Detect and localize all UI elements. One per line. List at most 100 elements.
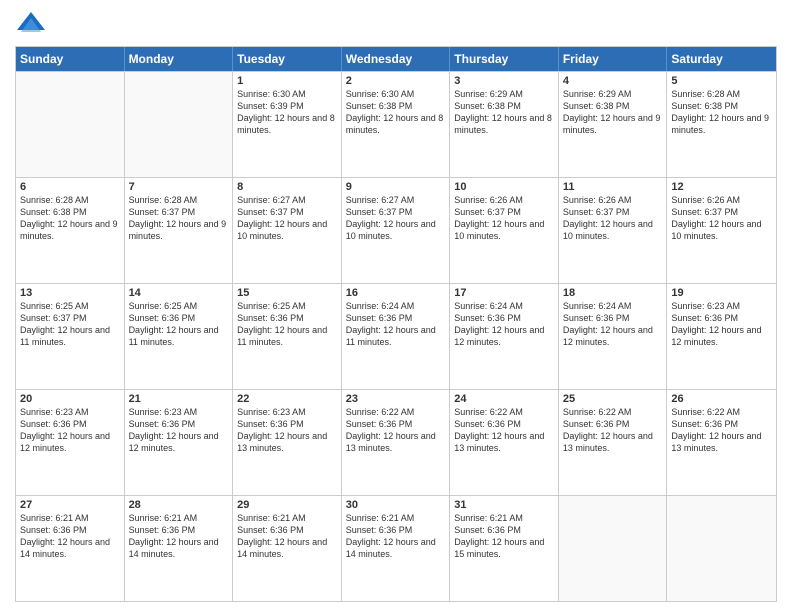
cal-cell: 23Sunrise: 6:22 AMSunset: 6:36 PMDayligh… xyxy=(342,390,451,495)
cell-details: Sunrise: 6:29 AMSunset: 6:38 PMDaylight:… xyxy=(563,88,663,137)
day-number: 23 xyxy=(346,393,446,405)
cal-cell: 25Sunrise: 6:22 AMSunset: 6:36 PMDayligh… xyxy=(559,390,668,495)
cal-cell: 5Sunrise: 6:28 AMSunset: 6:38 PMDaylight… xyxy=(667,72,776,177)
logo-icon xyxy=(15,10,47,38)
cell-details: Sunrise: 6:23 AMSunset: 6:36 PMDaylight:… xyxy=(237,406,337,455)
day-number: 15 xyxy=(237,287,337,299)
day-number: 14 xyxy=(129,287,229,299)
day-number: 21 xyxy=(129,393,229,405)
day-number: 10 xyxy=(454,181,554,193)
cal-cell: 7Sunrise: 6:28 AMSunset: 6:37 PMDaylight… xyxy=(125,178,234,283)
cal-cell xyxy=(667,496,776,601)
day-number: 20 xyxy=(20,393,120,405)
cal-row-4: 27Sunrise: 6:21 AMSunset: 6:36 PMDayligh… xyxy=(16,495,776,601)
cell-details: Sunrise: 6:26 AMSunset: 6:37 PMDaylight:… xyxy=(454,194,554,243)
calendar-header: SundayMondayTuesdayWednesdayThursdayFrid… xyxy=(16,47,776,71)
cal-cell: 26Sunrise: 6:22 AMSunset: 6:36 PMDayligh… xyxy=(667,390,776,495)
cal-cell: 6Sunrise: 6:28 AMSunset: 6:38 PMDaylight… xyxy=(16,178,125,283)
cell-details: Sunrise: 6:21 AMSunset: 6:36 PMDaylight:… xyxy=(129,512,229,561)
cell-details: Sunrise: 6:24 AMSunset: 6:36 PMDaylight:… xyxy=(563,300,663,349)
cal-cell xyxy=(559,496,668,601)
page: SundayMondayTuesdayWednesdayThursdayFrid… xyxy=(0,0,792,612)
cell-details: Sunrise: 6:27 AMSunset: 6:37 PMDaylight:… xyxy=(346,194,446,243)
cell-details: Sunrise: 6:30 AMSunset: 6:38 PMDaylight:… xyxy=(346,88,446,137)
cell-details: Sunrise: 6:22 AMSunset: 6:36 PMDaylight:… xyxy=(346,406,446,455)
cell-details: Sunrise: 6:30 AMSunset: 6:39 PMDaylight:… xyxy=(237,88,337,137)
header xyxy=(15,10,777,38)
calendar: SundayMondayTuesdayWednesdayThursdayFrid… xyxy=(15,46,777,602)
day-number: 3 xyxy=(454,75,554,87)
cell-details: Sunrise: 6:25 AMSunset: 6:36 PMDaylight:… xyxy=(237,300,337,349)
day-number: 27 xyxy=(20,499,120,511)
day-number: 18 xyxy=(563,287,663,299)
cell-details: Sunrise: 6:23 AMSunset: 6:36 PMDaylight:… xyxy=(20,406,120,455)
cal-cell: 27Sunrise: 6:21 AMSunset: 6:36 PMDayligh… xyxy=(16,496,125,601)
cell-details: Sunrise: 6:26 AMSunset: 6:37 PMDaylight:… xyxy=(671,194,772,243)
cell-details: Sunrise: 6:21 AMSunset: 6:36 PMDaylight:… xyxy=(237,512,337,561)
cal-cell: 28Sunrise: 6:21 AMSunset: 6:36 PMDayligh… xyxy=(125,496,234,601)
cell-details: Sunrise: 6:29 AMSunset: 6:38 PMDaylight:… xyxy=(454,88,554,137)
cal-cell: 20Sunrise: 6:23 AMSunset: 6:36 PMDayligh… xyxy=(16,390,125,495)
cal-cell: 4Sunrise: 6:29 AMSunset: 6:38 PMDaylight… xyxy=(559,72,668,177)
cell-details: Sunrise: 6:23 AMSunset: 6:36 PMDaylight:… xyxy=(671,300,772,349)
day-number: 24 xyxy=(454,393,554,405)
day-number: 22 xyxy=(237,393,337,405)
cal-cell: 19Sunrise: 6:23 AMSunset: 6:36 PMDayligh… xyxy=(667,284,776,389)
header-day-thursday: Thursday xyxy=(450,47,559,71)
header-day-sunday: Sunday xyxy=(16,47,125,71)
cal-cell: 13Sunrise: 6:25 AMSunset: 6:37 PMDayligh… xyxy=(16,284,125,389)
day-number: 5 xyxy=(671,75,772,87)
cell-details: Sunrise: 6:24 AMSunset: 6:36 PMDaylight:… xyxy=(454,300,554,349)
cal-cell: 17Sunrise: 6:24 AMSunset: 6:36 PMDayligh… xyxy=(450,284,559,389)
day-number: 6 xyxy=(20,181,120,193)
cal-cell: 15Sunrise: 6:25 AMSunset: 6:36 PMDayligh… xyxy=(233,284,342,389)
day-number: 19 xyxy=(671,287,772,299)
day-number: 28 xyxy=(129,499,229,511)
day-number: 17 xyxy=(454,287,554,299)
cal-cell: 29Sunrise: 6:21 AMSunset: 6:36 PMDayligh… xyxy=(233,496,342,601)
cell-details: Sunrise: 6:27 AMSunset: 6:37 PMDaylight:… xyxy=(237,194,337,243)
cal-row-3: 20Sunrise: 6:23 AMSunset: 6:36 PMDayligh… xyxy=(16,389,776,495)
cal-cell: 24Sunrise: 6:22 AMSunset: 6:36 PMDayligh… xyxy=(450,390,559,495)
cal-cell: 3Sunrise: 6:29 AMSunset: 6:38 PMDaylight… xyxy=(450,72,559,177)
day-number: 1 xyxy=(237,75,337,87)
cal-cell: 10Sunrise: 6:26 AMSunset: 6:37 PMDayligh… xyxy=(450,178,559,283)
logo xyxy=(15,10,51,38)
cal-row-0: 1Sunrise: 6:30 AMSunset: 6:39 PMDaylight… xyxy=(16,71,776,177)
day-number: 16 xyxy=(346,287,446,299)
cell-details: Sunrise: 6:22 AMSunset: 6:36 PMDaylight:… xyxy=(563,406,663,455)
header-day-saturday: Saturday xyxy=(667,47,776,71)
cell-details: Sunrise: 6:28 AMSunset: 6:38 PMDaylight:… xyxy=(671,88,772,137)
header-day-wednesday: Wednesday xyxy=(342,47,451,71)
cal-cell: 1Sunrise: 6:30 AMSunset: 6:39 PMDaylight… xyxy=(233,72,342,177)
day-number: 11 xyxy=(563,181,663,193)
cal-cell: 8Sunrise: 6:27 AMSunset: 6:37 PMDaylight… xyxy=(233,178,342,283)
cal-cell: 2Sunrise: 6:30 AMSunset: 6:38 PMDaylight… xyxy=(342,72,451,177)
day-number: 31 xyxy=(454,499,554,511)
cal-cell: 11Sunrise: 6:26 AMSunset: 6:37 PMDayligh… xyxy=(559,178,668,283)
cal-cell: 18Sunrise: 6:24 AMSunset: 6:36 PMDayligh… xyxy=(559,284,668,389)
cell-details: Sunrise: 6:21 AMSunset: 6:36 PMDaylight:… xyxy=(20,512,120,561)
cal-cell xyxy=(125,72,234,177)
day-number: 2 xyxy=(346,75,446,87)
day-number: 9 xyxy=(346,181,446,193)
day-number: 8 xyxy=(237,181,337,193)
cell-details: Sunrise: 6:24 AMSunset: 6:36 PMDaylight:… xyxy=(346,300,446,349)
cal-row-2: 13Sunrise: 6:25 AMSunset: 6:37 PMDayligh… xyxy=(16,283,776,389)
day-number: 12 xyxy=(671,181,772,193)
day-number: 13 xyxy=(20,287,120,299)
header-day-friday: Friday xyxy=(559,47,668,71)
cal-cell: 21Sunrise: 6:23 AMSunset: 6:36 PMDayligh… xyxy=(125,390,234,495)
header-day-tuesday: Tuesday xyxy=(233,47,342,71)
cal-cell: 31Sunrise: 6:21 AMSunset: 6:36 PMDayligh… xyxy=(450,496,559,601)
day-number: 26 xyxy=(671,393,772,405)
calendar-body: 1Sunrise: 6:30 AMSunset: 6:39 PMDaylight… xyxy=(16,71,776,601)
cell-details: Sunrise: 6:25 AMSunset: 6:37 PMDaylight:… xyxy=(20,300,120,349)
day-number: 30 xyxy=(346,499,446,511)
cell-details: Sunrise: 6:21 AMSunset: 6:36 PMDaylight:… xyxy=(346,512,446,561)
cell-details: Sunrise: 6:25 AMSunset: 6:36 PMDaylight:… xyxy=(129,300,229,349)
cal-row-1: 6Sunrise: 6:28 AMSunset: 6:38 PMDaylight… xyxy=(16,177,776,283)
cal-cell: 16Sunrise: 6:24 AMSunset: 6:36 PMDayligh… xyxy=(342,284,451,389)
day-number: 7 xyxy=(129,181,229,193)
cal-cell: 9Sunrise: 6:27 AMSunset: 6:37 PMDaylight… xyxy=(342,178,451,283)
